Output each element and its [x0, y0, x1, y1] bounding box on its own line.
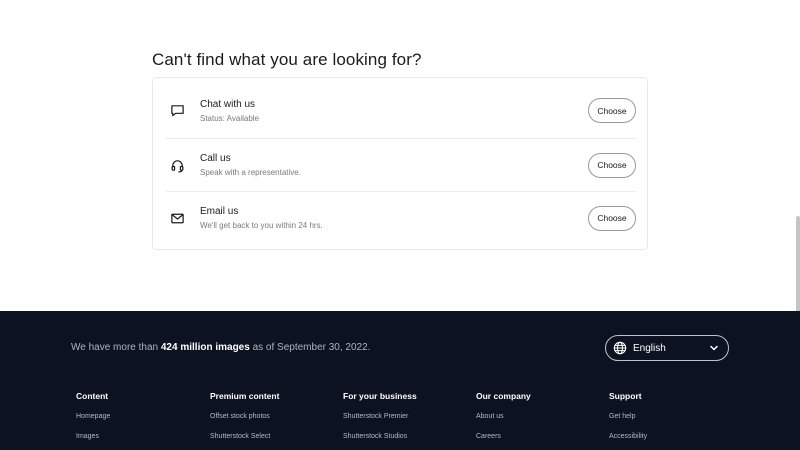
stats-suffix: as of September 30, 2022.	[249, 342, 371, 353]
footer-column-our-company: Our company About us Careers	[476, 391, 531, 440]
chat-bubble-icon	[168, 102, 186, 120]
footer-column-premium-content: Premium content Offset stock photos Shut…	[210, 391, 279, 440]
footer-link[interactable]: Shutterstock Premier	[343, 413, 417, 420]
footer-link[interactable]: Offset stock photos	[210, 413, 279, 420]
page-scrollbar[interactable]	[796, 216, 800, 322]
footer-link[interactable]: Shutterstock Studios	[343, 433, 417, 440]
footer-link[interactable]: Careers	[476, 433, 531, 440]
stats-prefix: We have more than	[71, 342, 161, 353]
contact-option-chat: Chat with us Status: Available Choose	[166, 84, 636, 137]
headset-icon	[168, 156, 186, 174]
image-count-statement: We have more than 424 million images as …	[71, 342, 370, 353]
footer-column-heading: Content	[76, 391, 109, 401]
footer-column-heading: Support	[609, 391, 642, 401]
footer-link[interactable]: Images	[76, 433, 110, 440]
choose-chat-button[interactable]: Choose	[588, 98, 636, 123]
contact-option-email: Email us We'll get back to you within 24…	[166, 191, 636, 244]
contact-option-title: Chat with us	[200, 98, 256, 110]
contact-option-call: Call us Speak with a representative. Cho…	[166, 138, 636, 191]
contact-option-title: Email us	[200, 206, 239, 217]
help-section: Can't find what you are looking for? Cha…	[0, 0, 800, 311]
help-heading: Can't find what you are looking for?	[152, 50, 422, 69]
footer-link[interactable]: Get help	[609, 413, 647, 420]
contact-option-subtitle: Status: Available	[200, 113, 260, 123]
envelope-icon	[168, 209, 186, 227]
contact-option-title: Call us	[200, 153, 231, 164]
footer-column-support: Support Get help Accessibility	[609, 391, 647, 440]
footer-column-content: Content Homepage Images	[76, 391, 110, 440]
language-label: English	[633, 342, 666, 354]
footer-link[interactable]: About us	[476, 413, 531, 420]
stats-highlight: 424 million images	[160, 342, 250, 353]
globe-icon	[613, 341, 627, 355]
chevron-down-icon	[709, 343, 719, 353]
choose-email-button[interactable]: Choose	[588, 205, 636, 231]
language-selector[interactable]: English	[605, 335, 729, 361]
contact-option-subtitle: Speak with a representative.	[200, 168, 301, 177]
footer-link[interactable]: Shutterstock Select	[210, 433, 279, 440]
footer-column-heading: For your business	[343, 391, 417, 401]
contact-option-subtitle: We'll get back to you within 24 hrs.	[200, 221, 323, 230]
contact-options-card: Chat with us Status: Available Choose Ca…	[152, 77, 648, 250]
footer-column-heading: Our company	[476, 391, 531, 401]
footer-link[interactable]: Homepage	[76, 413, 110, 420]
site-footer: We have more than 424 million images as …	[0, 311, 800, 450]
choose-call-button[interactable]: Choose	[588, 152, 636, 178]
footer-column-for-your-business: For your business Shutterstock Premier S…	[343, 391, 417, 440]
footer-column-heading: Premium content	[210, 391, 280, 401]
footer-link[interactable]: Accessibility	[609, 433, 647, 440]
